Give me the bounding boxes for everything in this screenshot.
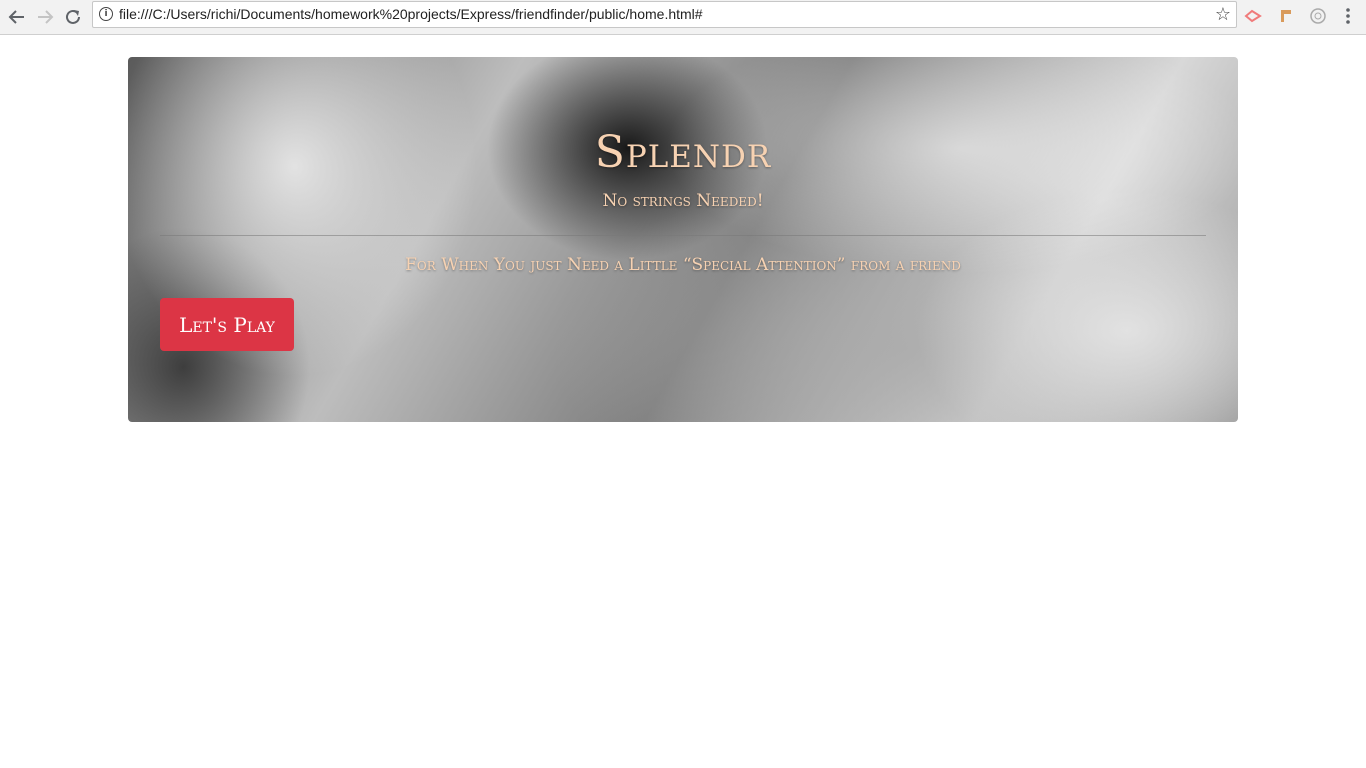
forward-arrow-icon [38, 10, 54, 24]
address-bar[interactable]: i file:///C:/Users/richi/Documents/homew… [92, 1, 1237, 28]
reload-button[interactable] [61, 5, 85, 29]
url-text[interactable]: file:///C:/Users/richi/Documents/homewor… [119, 6, 703, 22]
menu-dots-icon[interactable] [1338, 6, 1358, 26]
divider [160, 235, 1206, 236]
hero-background-image [128, 57, 1238, 422]
tagline: No strings Needed! [602, 191, 764, 211]
reload-icon [66, 9, 80, 24]
lead-text: For When You just Need a Little “Special… [405, 255, 961, 275]
extension-orange-icon[interactable] [1276, 6, 1296, 26]
site-title: Splendr [594, 127, 772, 178]
back-button[interactable] [5, 5, 29, 29]
extension-grey-icon[interactable] [1308, 6, 1328, 26]
forward-button[interactable] [33, 5, 57, 29]
info-icon[interactable]: i [99, 7, 113, 21]
star-icon[interactable]: ☆ [1215, 4, 1231, 25]
hero-jumbotron: Splendr No strings Needed! For When You … [128, 57, 1238, 422]
lets-play-button[interactable]: Let's Play [160, 298, 294, 351]
extension-red-icon[interactable] [1243, 6, 1263, 26]
back-arrow-icon [8, 10, 24, 24]
browser-toolbar: i file:///C:/Users/richi/Documents/homew… [0, 0, 1366, 35]
